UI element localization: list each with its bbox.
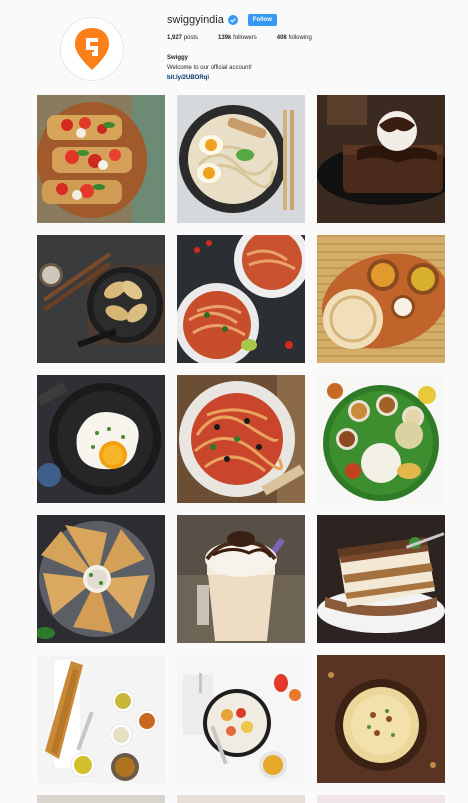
post-kheer[interactable] [317,655,445,783]
follow-button[interactable]: Follow [247,14,277,26]
post-fried-egg-pan[interactable] [37,375,165,503]
followers-label: followers [233,35,257,41]
post-momos-pan[interactable] [37,235,165,363]
profile-display-name: Swiggy [167,55,189,61]
post-bruschetta[interactable] [37,95,165,223]
following-label: following [288,35,312,41]
post-smoothie-bowl[interactable] [177,655,305,783]
profile-avatar[interactable] [60,17,124,81]
post-samosa-platter[interactable] [37,515,165,643]
profile-link[interactable]: bit.ly/2UBORqi [167,73,252,83]
profile-bio-text: Welcome to our official account! [167,65,252,71]
profile-username: swiggyindia [167,14,224,26]
post-partial-1[interactable] [37,795,165,803]
post-partial-3[interactable] [317,795,445,803]
post-dosa[interactable] [37,655,165,783]
following-count: 408 [276,35,287,41]
post-spaghetti-bowl[interactable] [177,375,305,503]
posts-label: posts [183,35,199,41]
post-partial-2[interactable] [177,795,305,803]
post-tiramisu[interactable] [317,515,445,643]
followers-stat[interactable]: 139k followers [218,35,257,41]
followers-count: 139k [218,35,232,41]
posts-count: 1,927 [167,35,183,41]
posts-stat[interactable]: 1,927 posts [167,35,198,41]
post-noodle-bowl[interactable] [177,95,305,223]
verified-badge-icon [227,15,238,25]
profile-bio: Swiggy Welcome to our official account! … [167,53,252,83]
post-brownie-ice-cream[interactable] [317,95,445,223]
profile-header: swiggyindia Follow 1,927 posts 139k foll… [0,0,468,92]
following-stat[interactable]: 408 following [277,35,312,41]
post-spaghetti-plates[interactable] [177,235,305,363]
post-milkshake[interactable] [177,515,305,643]
profile-stats: 1,927 posts 139k followers 408 following [167,35,332,41]
post-paratha-curries[interactable] [317,235,445,363]
post-thali[interactable] [317,375,445,503]
swiggy-logo-icon [75,28,109,70]
